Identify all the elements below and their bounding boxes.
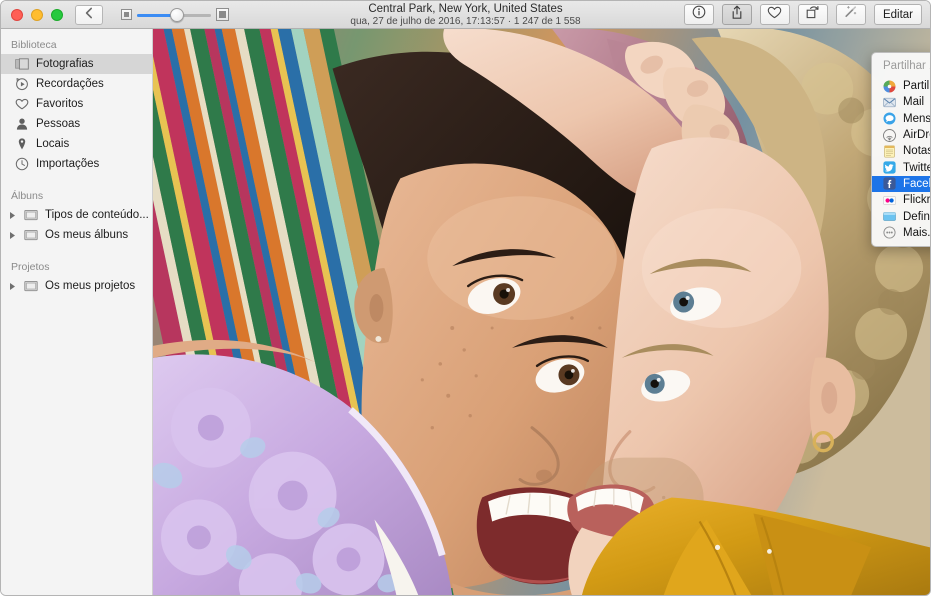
page-subtitle: qua, 27 de julho de 2016, 17:13:57 · 1 2…	[350, 15, 581, 27]
zoom-slider[interactable]	[137, 7, 211, 22]
toolbar-actions: Editar	[683, 4, 922, 25]
thumbnail-size-control	[121, 7, 229, 22]
chevron-left-icon	[85, 6, 93, 24]
sidebar-item-label: Locais	[36, 138, 70, 150]
menu-item-label: Mail	[903, 96, 925, 109]
disclosure-triangle-icon[interactable]	[8, 211, 17, 220]
mail-icon	[883, 96, 896, 109]
photo-image	[153, 29, 930, 595]
menu-item-notas[interactable]: Notas	[872, 143, 930, 159]
sidebar-item-os-meus-projetos[interactable]: Os meus projetos	[1, 276, 152, 296]
sidebar-section-projetos-title: Projetos	[11, 261, 50, 273]
folder-icon	[23, 228, 38, 243]
menu-item-mail[interactable]: Mail	[872, 94, 930, 110]
slider-knob[interactable]	[170, 7, 184, 22]
sidebar-item-os-meus-albuns[interactable]: Os meus álbuns	[1, 225, 152, 245]
menu-item-partilha-em-icloud[interactable]: Partilha em iCloud	[872, 78, 930, 94]
desktop-icon	[883, 210, 896, 223]
menu-item-twitter[interactable]: Twitter	[872, 159, 930, 175]
menu-item-label: Definir como fundo de ecrã	[903, 210, 930, 223]
favorite-button[interactable]	[759, 4, 790, 25]
info-button[interactable]	[683, 4, 714, 25]
menu-item-label: AirDrop	[903, 129, 930, 142]
messages-icon	[883, 112, 896, 125]
sidebar-item-label: Os meus projetos	[45, 280, 136, 292]
more-icon	[883, 226, 896, 239]
menu-item-airdrop[interactable]: AirDrop	[872, 127, 930, 143]
heart-icon	[767, 6, 782, 24]
sidebar-item-label: Importações	[36, 158, 100, 170]
sidebar-item-recordacoes[interactable]: Recordações	[1, 74, 152, 94]
menu-item-label: Mais...	[903, 226, 930, 239]
share-menu-header: Partilhar 1 fotografia em	[883, 60, 930, 72]
toolbar: Central Park, New York, United States qu…	[1, 1, 930, 29]
sidebar-item-tipos-de-conteudo[interactable]: Tipos de conteúdo...	[1, 205, 152, 225]
sidebar-item-label: Recordações	[36, 78, 104, 90]
zoom-button[interactable]	[51, 8, 63, 21]
folder-icon	[23, 279, 38, 294]
minimize-button[interactable]	[31, 8, 43, 21]
window-controls	[1, 8, 63, 21]
rotate-icon	[805, 5, 820, 24]
share-menu[interactable]: Partilhar 1 fotografia em Partilha em iC…	[871, 52, 930, 247]
menu-item-definir-como-fundo-de-ecra[interactable]: Definir como fundo de ecrã	[872, 208, 930, 224]
sidebar-item-favoritos[interactable]: Favoritos	[1, 94, 152, 114]
disclosure-triangle-icon[interactable]	[8, 282, 17, 291]
memories-icon	[14, 77, 29, 92]
sidebar-item-label: Tipos de conteúdo...	[45, 209, 149, 221]
menu-item-label: Partilha em iCloud	[903, 80, 930, 93]
facebook-icon	[883, 177, 896, 191]
share-icon	[730, 5, 744, 25]
menu-item-facebook[interactable]: Facebook	[872, 175, 930, 193]
photos-app-window: Central Park, New York, United States qu…	[0, 0, 931, 596]
flickr-icon	[883, 194, 896, 207]
photo-viewer[interactable]: Partilhar 1 fotografia em Partilha em iC…	[153, 29, 930, 595]
heart-icon	[14, 97, 29, 112]
sidebar: Biblioteca Fotografias Recordações Favor…	[1, 29, 153, 595]
person-icon	[14, 117, 29, 132]
menu-item-mensagens[interactable]: Mensagens	[872, 111, 930, 127]
menu-item-flickr[interactable]: Flickr	[872, 192, 930, 208]
twitter-icon	[883, 161, 896, 174]
small-thumbnail-icon[interactable]	[121, 9, 132, 20]
menu-item-mais[interactable]: Mais...	[872, 225, 930, 241]
enhance-button[interactable]	[835, 4, 866, 25]
sidebar-item-importacoes[interactable]: Importações	[1, 154, 152, 174]
notes-icon	[883, 145, 896, 158]
airdrop-icon	[883, 128, 896, 142]
menu-item-label: Flickr	[903, 194, 930, 207]
sidebar-section-biblioteca-title: Biblioteca	[11, 39, 57, 51]
folder-icon	[23, 208, 38, 223]
icloud-sharing-icon	[883, 80, 896, 93]
sidebar-section-albuns-title: Álbuns	[11, 190, 44, 202]
menu-item-label: Mensagens	[903, 112, 930, 125]
photo-svg	[153, 29, 930, 595]
page-title: Central Park, New York, United States	[368, 2, 563, 15]
sidebar-item-pessoas[interactable]: Pessoas	[1, 114, 152, 134]
magic-wand-icon	[843, 5, 858, 24]
sidebar-item-fotografias[interactable]: Fotografias	[1, 54, 152, 74]
back-button[interactable]	[75, 4, 103, 25]
main-area: Biblioteca Fotografias Recordações Favor…	[1, 29, 930, 595]
menu-item-label: Facebook	[903, 177, 930, 190]
sidebar-item-label: Os meus álbuns	[45, 229, 129, 241]
info-icon	[692, 5, 706, 24]
sidebar-item-locais[interactable]: Locais	[1, 134, 152, 154]
photos-icon	[14, 57, 29, 72]
menu-item-label: Notas	[903, 145, 930, 158]
close-button[interactable]	[11, 8, 23, 21]
disclosure-triangle-icon[interactable]	[8, 231, 17, 240]
sidebar-item-label: Pessoas	[36, 118, 81, 130]
clock-icon	[14, 157, 29, 172]
rotate-button[interactable]	[797, 4, 828, 25]
large-thumbnail-icon[interactable]	[216, 8, 229, 21]
edit-button[interactable]: Editar	[873, 4, 922, 25]
sidebar-item-label: Fotografias	[36, 58, 94, 70]
pin-icon	[14, 137, 29, 152]
share-button[interactable]	[721, 4, 752, 25]
menu-item-label: Twitter	[903, 161, 930, 174]
sidebar-item-label: Favoritos	[36, 98, 84, 110]
